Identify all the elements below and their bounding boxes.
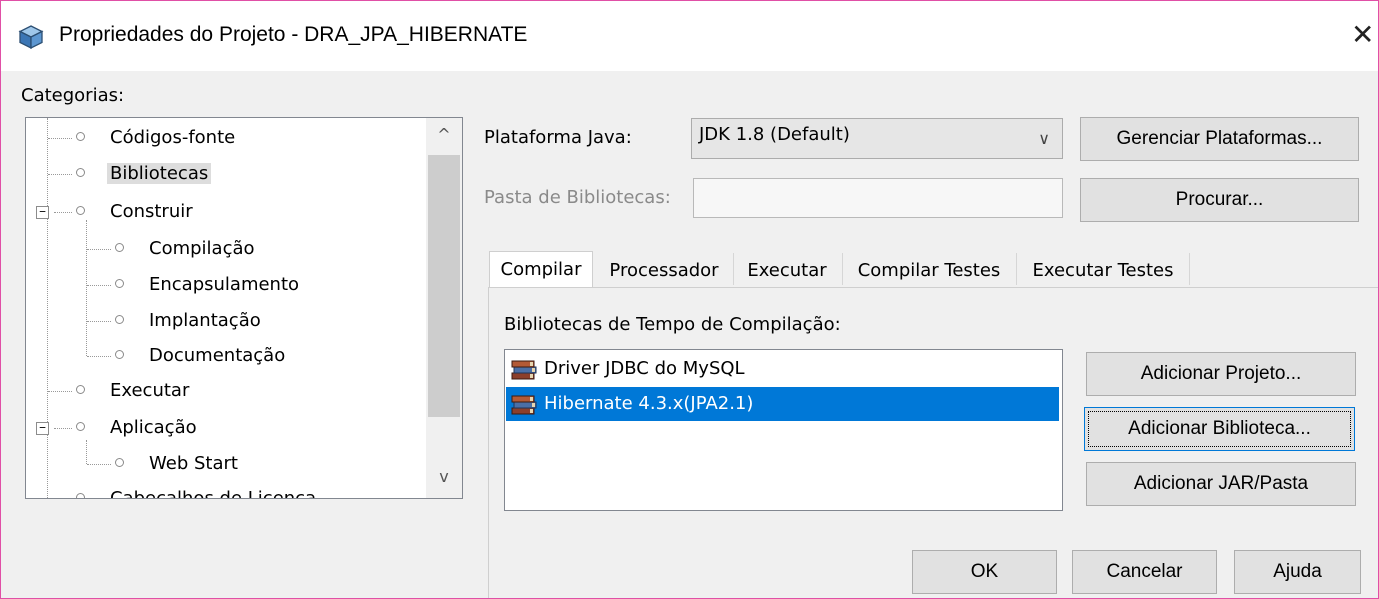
tree-item-web-start[interactable]: Web Start: [115, 449, 241, 479]
node-icon: [76, 131, 85, 141]
help-button[interactable]: Ajuda: [1234, 550, 1361, 594]
manage-platforms-button[interactable]: Gerenciar Plataformas...: [1080, 117, 1359, 161]
tree-item-encapsulamento[interactable]: Encapsulamento: [115, 270, 302, 300]
tab-processador[interactable]: Processador: [597, 253, 731, 289]
tab-executar[interactable]: Executar: [735, 253, 839, 289]
library-name: Driver JDBC do MySQL: [544, 358, 745, 379]
platform-dropdown[interactable]: JDK 1.8 (Default) ∨: [691, 118, 1063, 159]
tree-item-cabecalhos-de-licenca[interactable]: Cabeçalhos de Licença: [76, 484, 319, 499]
scrollbar-thumb[interactable]: [428, 155, 460, 417]
tree-item-aplicacao[interactable]: Aplicação: [76, 413, 200, 443]
list-item[interactable]: Driver JDBC do MySQL: [506, 352, 1059, 386]
tree-item-label: Construir: [110, 201, 193, 222]
compile-libraries-label: Bibliotecas de Tempo de Compilação:: [504, 314, 841, 335]
tree-item-label: Documentação: [149, 345, 286, 366]
library-folder-label: Pasta de Bibliotecas:: [484, 187, 671, 208]
add-jar-folder-button[interactable]: Adicionar JAR/Pasta: [1086, 462, 1356, 506]
tab-compilar[interactable]: Compilar: [489, 251, 593, 288]
tree-item-executar[interactable]: Executar: [76, 376, 192, 406]
library-books-icon: [511, 395, 537, 415]
node-icon: [115, 457, 124, 467]
node-icon: [76, 167, 85, 177]
scroll-down-icon[interactable]: v: [426, 462, 462, 492]
close-icon[interactable]: ✕: [1351, 17, 1378, 53]
tree-item-compilacao[interactable]: Compilação: [115, 234, 258, 264]
collapse-aplicacao-icon[interactable]: −: [36, 422, 49, 435]
tree-item-label: Bibliotecas: [107, 163, 212, 184]
tree-item-label: Implantação: [149, 310, 261, 331]
list-item[interactable]: Hibernate 4.3.x(JPA2.1): [506, 387, 1059, 421]
library-name: Hibernate 4.3.x(JPA2.1): [544, 393, 754, 414]
project-properties-dialog: Propriedades do Projeto - DRA_JPA_HIBERN…: [0, 0, 1379, 599]
node-icon: [76, 492, 85, 498]
library-folder-field[interactable]: [693, 178, 1063, 218]
tree-item-label: Aplicação: [110, 417, 197, 438]
tab-compilar-testes[interactable]: Compilar Testes: [844, 253, 1014, 289]
tree-item-label: Códigos-fonte: [110, 127, 236, 148]
collapse-construir-icon[interactable]: −: [36, 206, 49, 219]
platform-label: Plataforma Java:: [484, 127, 632, 148]
title-bar: Propriedades do Projeto - DRA_JPA_HIBERN…: [1, 1, 1378, 71]
tree-item-codigos-fonte[interactable]: Códigos-fonte: [76, 123, 238, 153]
tree-item-label: Executar: [110, 380, 190, 401]
node-icon: [115, 314, 124, 324]
tree-item-construir[interactable]: Construir: [76, 197, 196, 227]
window-title: Propriedades do Projeto - DRA_JPA_HIBERN…: [59, 23, 528, 46]
node-icon: [115, 242, 124, 252]
node-icon: [115, 349, 124, 359]
tree-item-label: Web Start: [149, 453, 238, 474]
cancel-button[interactable]: Cancelar: [1072, 550, 1217, 594]
library-books-icon: [511, 360, 537, 380]
add-project-button[interactable]: Adicionar Projeto...: [1086, 352, 1356, 396]
tree-item-documentacao[interactable]: Documentação: [115, 341, 288, 371]
node-icon: [76, 421, 85, 431]
categories-scrollbar[interactable]: ^ v: [426, 118, 462, 498]
tree-item-label: Cabeçalhos de Licença: [110, 488, 317, 499]
tab-executar-testes[interactable]: Executar Testes: [1018, 253, 1188, 289]
browse-button[interactable]: Procurar...: [1080, 178, 1359, 222]
tree-item-label: Compilação: [149, 238, 255, 259]
scroll-up-icon[interactable]: ^: [426, 120, 462, 150]
node-icon: [76, 384, 85, 394]
cube-icon: [18, 25, 44, 50]
compile-libraries-list[interactable]: Driver JDBC do MySQL Hibernate 4.3.x(JPA…: [504, 349, 1063, 511]
tree-item-bibliotecas[interactable]: Bibliotecas: [76, 159, 212, 189]
tree-item-implantacao[interactable]: Implantação: [115, 306, 264, 336]
tree-item-label: Encapsulamento: [149, 274, 300, 295]
chevron-down-icon: ∨: [1038, 129, 1050, 148]
add-library-button[interactable]: Adicionar Biblioteca...: [1084, 407, 1355, 451]
ok-button[interactable]: OK: [912, 550, 1057, 594]
node-icon: [115, 278, 124, 288]
node-icon: [76, 205, 85, 215]
platform-value: JDK 1.8 (Default): [699, 124, 850, 145]
categories-tree[interactable]: − − Códigos-fonte Bibliotecas Construir …: [25, 117, 463, 499]
categories-label: Categorias:: [21, 85, 125, 106]
